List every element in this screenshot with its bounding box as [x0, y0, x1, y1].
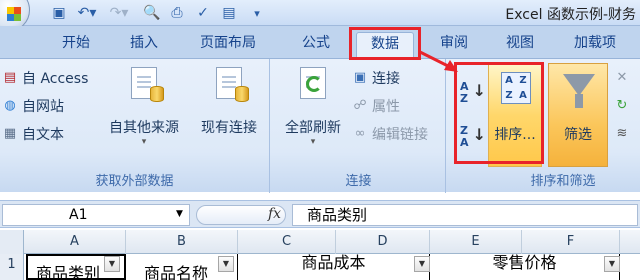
- from-access-button[interactable]: ▤ 自 Access: [2, 67, 89, 89]
- cell-c1-d1-merged[interactable]: 商品成本: [238, 254, 430, 280]
- from-web-button[interactable]: ◍ 自网站: [2, 95, 64, 117]
- reapply-filter-button[interactable]: ↻: [614, 95, 634, 117]
- group-connections: 全部刷新 ▾ ▣ 连接 ☍ 属性 ∞ 编辑链接 连接: [272, 59, 446, 193]
- web-icon: ◍: [4, 98, 16, 113]
- filter-dropdown-b1[interactable]: ▼: [218, 256, 234, 272]
- edit-links-button[interactable]: ∞ 编辑链接: [352, 123, 428, 145]
- funnel-icon: [563, 74, 595, 96]
- clear-filter-button[interactable]: ✕: [614, 67, 634, 89]
- refresh-all-label: 全部刷新: [285, 120, 341, 136]
- group-label-connections: 连接: [345, 174, 372, 189]
- window-title: Excel 函数示例-财务: [505, 7, 636, 23]
- access-icon: ▤: [3, 70, 17, 85]
- select-all-corner[interactable]: [0, 230, 24, 254]
- advanced-filter-button[interactable]: ≋: [614, 123, 634, 145]
- group-get-external-data: ▤ 自 Access ◍ 自网站 ▦ 自文本 自其他来源 ▾ 现有连接 获取外部数据: [0, 59, 270, 193]
- save-icon[interactable]: ▣: [48, 3, 70, 23]
- properties-button[interactable]: ☍ 属性: [352, 95, 400, 117]
- funnel-stem-icon: [575, 94, 583, 108]
- insert-function-button[interactable]: fx: [268, 206, 281, 222]
- other-sources-icon: [131, 67, 164, 102]
- tab-insert[interactable]: 插入: [124, 32, 164, 58]
- print-icon[interactable]: ⎙: [166, 3, 188, 23]
- name-box-dropdown-icon[interactable]: ▼: [176, 209, 183, 219]
- reapply-icon: ↻: [616, 98, 628, 113]
- group-label-get-external-data: 获取外部数据: [95, 174, 174, 189]
- column-headers: A B C D E F: [0, 230, 640, 254]
- chain-link-icon: ∞: [354, 126, 366, 141]
- filter-dropdown-c1[interactable]: ▼: [414, 256, 430, 272]
- refresh-all-button[interactable]: 全部刷新 ▾: [278, 65, 348, 147]
- filter-dropdown-a1[interactable]: ▼: [104, 256, 120, 272]
- column-header-e[interactable]: E: [430, 230, 522, 254]
- undo-icon[interactable]: ↶▾: [72, 3, 102, 23]
- filter-button-label: 筛选: [564, 127, 592, 143]
- tab-review[interactable]: 审阅: [434, 32, 474, 58]
- from-other-sources-label: 自其他来源: [109, 120, 179, 136]
- filter-button[interactable]: 筛选: [548, 63, 608, 167]
- row-header-1[interactable]: 1: [0, 254, 24, 280]
- formula-input[interactable]: 商品类别: [292, 204, 638, 226]
- existing-connections-button[interactable]: 现有连接: [194, 65, 264, 137]
- formula-bar: A1 ▼ fx 商品类别: [0, 200, 640, 228]
- from-text-button[interactable]: ▦ 自文本: [2, 123, 64, 145]
- connections-label: 连接: [372, 71, 400, 87]
- format-icon[interactable]: ▤: [218, 3, 240, 23]
- ribbon-tabs: 开始 插入 页面布局 公式 数据 审阅 视图 加载项: [0, 26, 640, 58]
- dropdown-arrow-icon: ▾: [310, 137, 316, 147]
- tab-page-layout[interactable]: 页面布局: [194, 32, 262, 58]
- from-web-label: 自网站: [22, 99, 64, 115]
- name-box[interactable]: A1: [2, 204, 190, 226]
- worksheet-grid: A B C D E F 1 商品类别 ▼ 商品名称 ▼ 商品成本 ▼ 零售价格 …: [0, 230, 640, 280]
- title-bar: ▣ ↶▾ ↷▾ 🔍 ⎙ ✓ ▤ ▾ Excel 函数示例-财务: [0, 0, 640, 32]
- existing-connections-label: 现有连接: [201, 120, 257, 136]
- column-header-f[interactable]: F: [522, 230, 620, 254]
- edit-links-label: 编辑链接: [372, 127, 428, 143]
- advanced-icon: ≋: [616, 126, 628, 141]
- clear-icon: ✕: [616, 70, 628, 85]
- database-icon: [150, 86, 164, 102]
- from-other-sources-button[interactable]: 自其他来源 ▾: [104, 65, 184, 147]
- tab-addins[interactable]: 加载项: [568, 32, 622, 58]
- annotation-highlight-sort: [454, 62, 544, 164]
- connections-icon: ▣: [353, 70, 367, 85]
- tab-home[interactable]: 开始: [56, 32, 96, 58]
- column-header-b[interactable]: B: [126, 230, 238, 254]
- column-header-c[interactable]: C: [238, 230, 336, 254]
- spell-check-icon[interactable]: ✓: [192, 3, 214, 23]
- refresh-arrows-icon: [306, 76, 322, 92]
- office-logo-icon: [7, 7, 21, 21]
- column-header-d[interactable]: D: [336, 230, 430, 254]
- text-file-icon: ▦: [3, 126, 17, 141]
- column-header-a[interactable]: A: [24, 230, 126, 254]
- refresh-icon: [300, 67, 326, 99]
- cell-e1-f1-merged[interactable]: 零售价格: [430, 254, 620, 280]
- redo-icon[interactable]: ↷▾: [104, 3, 134, 23]
- from-access-label: 自 Access: [22, 71, 89, 87]
- group-label-sort-filter: 排序和筛选: [530, 174, 596, 189]
- customize-qat-icon[interactable]: ▾: [244, 3, 270, 23]
- tab-view[interactable]: 视图: [500, 32, 540, 58]
- database-icon: [235, 86, 249, 102]
- ribbon: ▤ 自 Access ◍ 自网站 ▦ 自文本 自其他来源 ▾ 现有连接 获取外部数据 …: [0, 58, 640, 193]
- connections-button[interactable]: ▣ 连接: [352, 67, 400, 89]
- existing-connections-icon: [216, 67, 249, 102]
- tab-formulas[interactable]: 公式: [296, 32, 336, 58]
- properties-icon: ☍: [353, 98, 367, 113]
- dropdown-arrow-icon: ▾: [141, 137, 147, 147]
- print-preview-icon[interactable]: 🔍: [142, 3, 162, 23]
- properties-label: 属性: [372, 99, 400, 115]
- annotation-highlight-data-tab: [349, 27, 421, 60]
- filter-dropdown-e1[interactable]: ▼: [604, 256, 620, 272]
- from-text-label: 自文本: [22, 127, 64, 143]
